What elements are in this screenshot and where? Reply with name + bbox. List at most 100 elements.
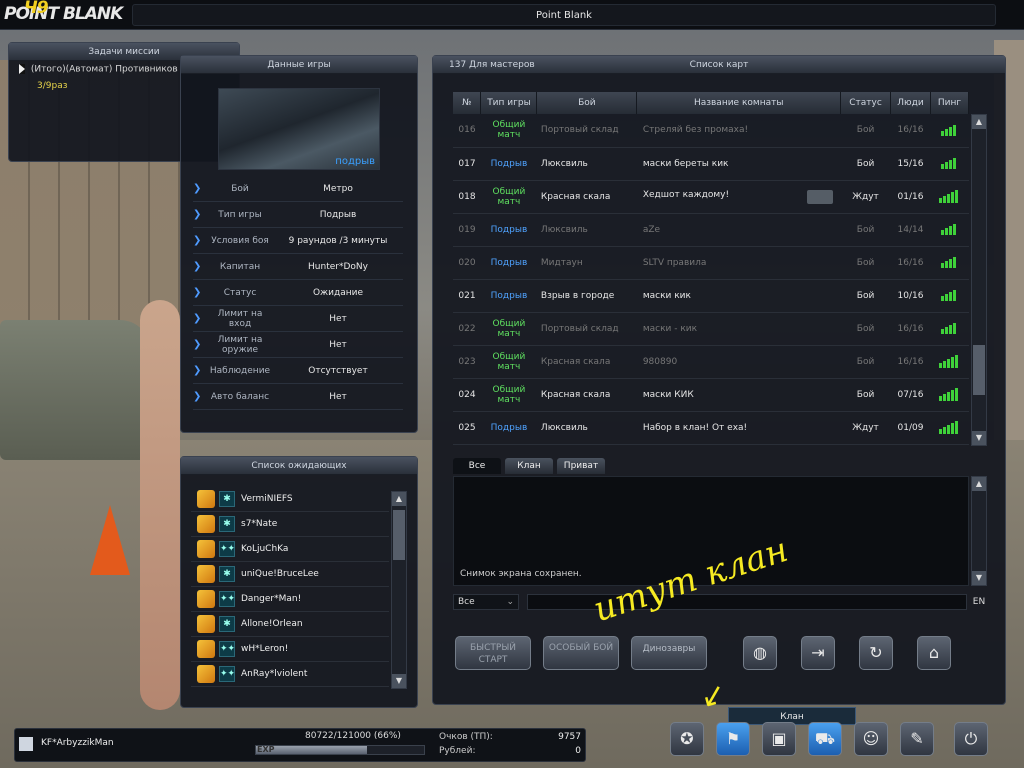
tab-chat-private[interactable]: Приват [557,458,605,474]
dinosaurs-button[interactable]: Динозавры [631,636,707,670]
ping-bar [949,325,953,334]
ping-bar [941,164,945,169]
waiting-player-row[interactable]: ✱ uniQue!BruceLee [191,562,389,587]
enter-room-icon[interactable]: ⇥ [801,636,835,670]
room-row[interactable]: 024 Общий матч Красная скала маски КИК Бой 07… [453,378,969,412]
ping-bar [953,158,957,169]
waiting-list-scrollbar[interactable]: ▲ ▼ [391,491,407,689]
ping-bar [953,257,957,268]
column-header[interactable]: № [453,92,482,114]
scroll-thumb[interactable] [973,345,985,395]
clan-button[interactable]: ⚑ [716,722,750,756]
game-data-label: Авто баланс [210,391,270,402]
server-globe-icon[interactable]: ◍ [743,636,777,670]
ping-signal-icon [939,355,959,368]
chat-scope-select[interactable]: Все ⌄ [453,594,519,610]
room-map: Люксвиль [536,411,637,445]
waiting-player-row[interactable]: ✱ VermiNIEFS [191,487,389,512]
game-data-value: Метро [323,183,353,194]
settings-wrench-icon[interactable]: ✎ [900,722,934,756]
rank-icon [19,737,33,751]
waiting-player-row[interactable]: ✦✦ wH*Leron! [191,637,389,662]
room-name: маски кик [642,290,691,301]
play-arrow-icon [19,64,25,74]
ping-bar [953,290,957,301]
chevron-right-icon: ❯ [193,261,202,272]
room-row[interactable]: 017 Подрыв Люксвиль маски береты кик Бой 15/1… [453,147,969,181]
scroll-thumb[interactable] [393,510,405,560]
room-people: 14/14 [890,213,931,247]
waiting-player-row[interactable]: ✱ s7*Nate [191,512,389,537]
room-map: Портовый склад [536,114,637,148]
game-data-value: Нет [329,339,347,350]
scroll-down-icon[interactable]: ▼ [392,674,406,688]
language-indicator[interactable]: EN [969,594,989,610]
chevron-right-icon: ❯ [193,365,202,376]
room-people: 01/09 [890,411,931,445]
scroll-down-icon[interactable]: ▼ [972,571,986,585]
room-row[interactable]: 016 Общий матч Портовый склад Стреляй без п… [453,114,969,148]
scroll-up-icon[interactable]: ▲ [972,477,986,491]
room-row[interactable]: 020 Подрыв Мидтаун SLTV правила Бой 16/16 [453,246,969,280]
room-map: Красная скала [536,345,637,379]
column-header[interactable]: Бой [536,92,638,114]
chevron-down-icon[interactable]: ⌄ [506,595,514,609]
shop-cart-icon[interactable]: ⛟ [808,722,842,756]
waiting-player-row[interactable]: ✱ Allone!Orlean [191,612,389,637]
clan-mark-icon: ✱ [219,491,235,507]
column-header[interactable]: Тип игры [480,92,538,114]
scroll-up-icon[interactable]: ▲ [392,492,406,506]
ping-bar [941,263,945,268]
room-ping [930,345,969,379]
rank-icon [197,565,215,583]
column-header[interactable]: Статус [840,92,892,114]
room-row[interactable]: 022 Общий матч Портовый склад маски - кик Бо… [453,312,969,346]
tab-chat-all[interactable]: Все [453,458,501,474]
room-map: Красная скала [536,378,637,412]
room-ping [930,279,969,313]
room-list-scrollbar[interactable]: ▲ ▼ [971,114,987,446]
column-header[interactable]: Пинг [930,92,970,114]
column-header[interactable]: Люди [890,92,931,114]
room-map: Портовый склад [536,312,637,346]
game-data-label: Условия боя [211,235,269,246]
ping-bar [939,429,943,434]
room-name: Стреляй без промаха! [642,125,749,136]
waiting-player-row[interactable]: ✦✦ AnRay*lviolent [191,662,389,687]
chat-scrollbar[interactable]: ▲ ▼ [971,476,987,586]
scroll-down-icon[interactable]: ▼ [972,431,986,445]
scroll-up-icon[interactable]: ▲ [972,115,986,129]
room-row[interactable]: 019 Подрыв Люксвиль aZe Бой 14/14 [453,213,969,247]
ping-bar [943,196,947,203]
room-row[interactable]: 025 Подрыв Люксвиль Набор в клан! От еха! Жд… [453,411,969,445]
column-header[interactable]: Название комнаты [636,92,842,114]
inventory-bag-icon[interactable]: ▣ [762,722,796,756]
create-room-icon[interactable]: ⌂ [917,636,951,670]
room-ping [930,147,969,181]
ping-bar [951,423,955,434]
weapon-restriction-icon [806,189,833,204]
waiting-player-row[interactable]: ✦✦ Danger*Man! [191,587,389,612]
traffic-cone [90,505,130,575]
game-data-value: Ожидание [312,287,364,298]
room-row[interactable]: 021 Подрыв Взрыв в городе маски кик Бой 10/16 [453,279,969,313]
room-row[interactable]: 018 Общий матч Красная скала Хедшот каждому… [453,180,969,214]
room-name: 980890 [642,356,678,367]
room-status: Бой [840,345,891,379]
ping-bar [947,194,951,203]
player-name: VermiNIEFS [241,494,293,504]
room-row[interactable]: 023 Общий матч Красная скала 980890 Бой 16/16 [453,345,969,379]
community-icon[interactable]: ☺ [854,722,888,756]
waiting-player-row[interactable]: ✦✦ KoLjuChKa [191,537,389,562]
emblem-icon[interactable]: ✪ [670,722,704,756]
game-data-row: ❯ Бой Метро [193,176,403,202]
waiting-player-list[interactable]: ✱ VermiNIEFS ✱ s7*Nate ✦✦ KoLjuChKa ✱ uniQue!Br… [191,487,389,691]
ping-bar [945,327,949,334]
points-value: 9757 [558,732,581,742]
special-battle-button[interactable]: ОСОБЫЙ БОЙ [543,636,619,670]
quick-start-button[interactable]: БЫСТРЫЙ СТАРТ [455,636,531,670]
tab-chat-clan[interactable]: Клан [505,458,553,474]
refresh-icon[interactable]: ↻ [859,636,893,670]
power-icon[interactable]: ⏻ [954,722,988,756]
clan-mark-icon: ✱ [219,516,235,532]
